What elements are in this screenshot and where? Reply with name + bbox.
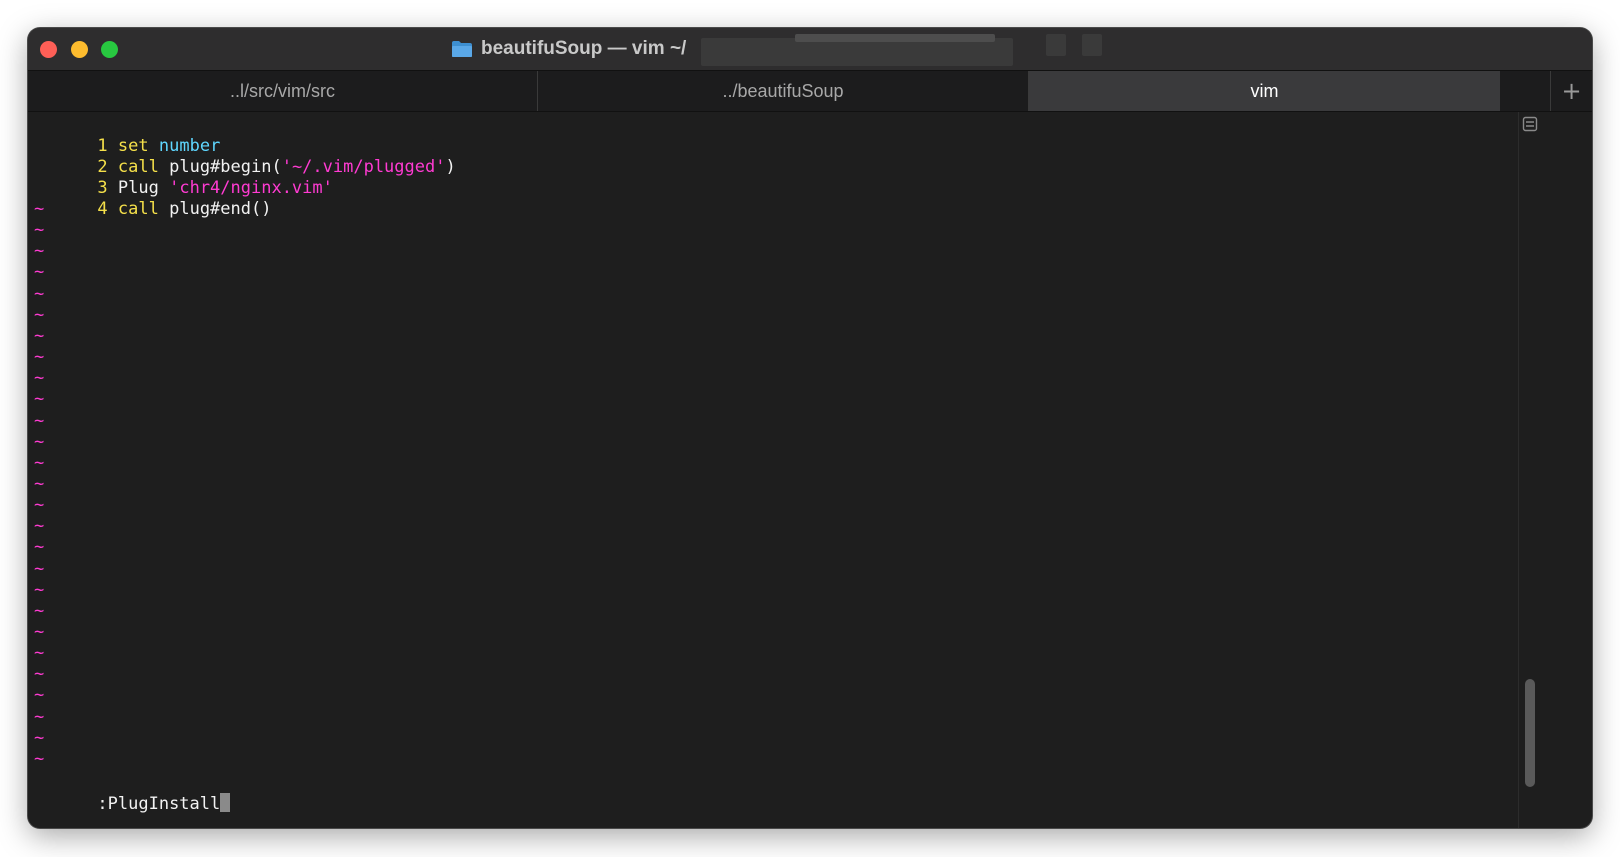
redacted-title-region <box>1046 34 1066 56</box>
empty-line-tilde: ~ <box>34 347 45 368</box>
empty-line-tilde: ~ <box>34 664 45 685</box>
plus-icon: + <box>1561 77 1582 105</box>
empty-line-tilde: ~ <box>34 600 45 621</box>
title-bar[interactable]: beautifuSoup — vim ~/ <box>28 28 1592 70</box>
empty-line-tilde: ~ <box>34 220 45 241</box>
tab-label: ..l/src/vim/src <box>230 80 335 101</box>
window-title: beautifuSoup — vim ~/ <box>451 37 686 61</box>
new-tab-button[interactable]: + <box>1550 71 1592 111</box>
empty-line-tilde: ~ <box>34 410 45 431</box>
redacted-title-region <box>795 34 995 42</box>
tab-label: ../beautifuSoup <box>722 80 844 101</box>
empty-line-tilde: ~ <box>34 537 45 558</box>
tab-vim[interactable]: vim <box>1029 71 1500 111</box>
folder-icon <box>451 40 473 58</box>
minimize-window-button[interactable] <box>71 41 88 58</box>
empty-line-tilde: ~ <box>34 727 45 748</box>
window-title-text: beautifuSoup — vim ~/ <box>481 38 687 59</box>
terminal-window: beautifuSoup — vim ~/ ..l/src/vim/src ..… <box>28 28 1592 828</box>
empty-line-tilde: ~ <box>34 389 45 410</box>
empty-line-tilde: ~ <box>34 431 45 452</box>
redacted-title-region <box>1082 34 1102 56</box>
tab-bar: ..l/src/vim/src ../beautifuSoup vim + <box>28 70 1592 112</box>
empty-line-tilde: ~ <box>34 558 45 579</box>
code-line: 2 call plug#begin('~/.vim/plugged') <box>36 136 455 177</box>
empty-line-tilde: ~ <box>34 368 45 389</box>
command-line[interactable]: :PlugInstall <box>36 772 231 814</box>
empty-line-tilde: ~ <box>34 643 45 664</box>
marks-list-icon[interactable] <box>1522 116 1538 132</box>
empty-line-tilde: ~ <box>34 685 45 706</box>
keyword: call <box>117 199 159 219</box>
tab-beautifusoup[interactable]: ../beautifuSoup <box>538 71 1029 111</box>
command-text: :PlugInstall <box>97 794 221 814</box>
vim-editor[interactable]: 1 set number 2 call plug#begin('~/.vim/p… <box>28 112 1518 828</box>
redacted-title-region <box>701 38 1013 66</box>
empty-line-tilde: ~ <box>34 495 45 516</box>
empty-line-tilde: ~ <box>34 579 45 600</box>
empty-line-tilde: ~ <box>34 262 45 283</box>
code-text: plug#end() <box>158 199 272 219</box>
text-cursor <box>220 793 231 812</box>
tab-src-vim-src[interactable]: ..l/src/vim/src <box>28 71 538 111</box>
empty-line-tilde: ~ <box>34 325 45 346</box>
maximize-window-button[interactable] <box>101 41 118 58</box>
tab-label: vim <box>1250 80 1279 101</box>
empty-line-tilde: ~ <box>34 473 45 494</box>
empty-line-tilde: ~ <box>34 241 45 262</box>
code-line: 1 set number <box>36 115 220 156</box>
empty-line-tilde: ~ <box>34 748 45 769</box>
empty-line-tilde: ~ <box>34 452 45 473</box>
scrollbar-handle[interactable] <box>1525 679 1535 787</box>
empty-line-tilde: ~ <box>34 304 45 325</box>
close-window-button[interactable] <box>40 41 57 58</box>
empty-line-tilde: ~ <box>34 706 45 727</box>
empty-line-tilde: ~ <box>34 283 45 304</box>
code-line: 3 Plug 'chr4/nginx.vim' <box>36 157 332 198</box>
empty-line-tilde: ~ <box>34 199 45 219</box>
empty-line-tilde: ~ <box>34 622 45 642</box>
empty-line-tilde: ~ <box>34 516 45 537</box>
code-line: 4 call plug#end() <box>36 178 271 219</box>
line-number: 4 <box>97 199 108 219</box>
code-text: ) <box>445 157 456 177</box>
